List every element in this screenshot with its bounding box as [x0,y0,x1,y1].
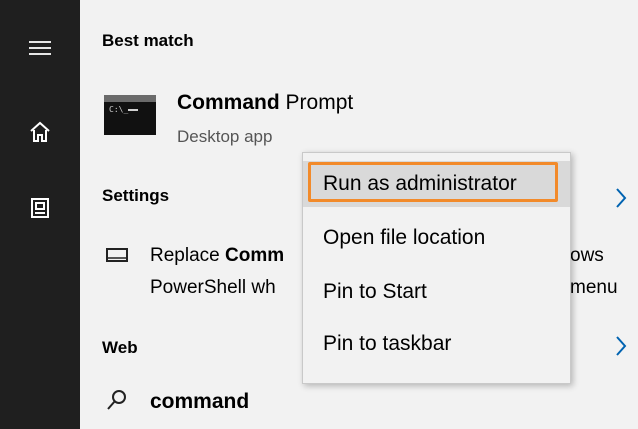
app-type: Desktop app [177,127,273,146]
left-rail [0,0,80,429]
svg-text:C:\_: C:\_ [109,105,128,114]
best-match-heading: Best match [102,31,194,50]
settings-heading: Settings [102,186,170,205]
settings-result-line2: PowerShell wh [150,277,276,298]
settings-result-line1-right: ows [570,245,604,266]
settings-result-line2-right: menu [570,277,618,298]
menu-item-open-file-location[interactable]: Open file location [303,215,570,261]
search-icon [107,390,126,410]
notebook-button[interactable] [0,184,80,232]
notebook-icon [31,198,49,218]
web-chevron-icon[interactable] [614,334,628,358]
menu-item-pin-to-taskbar[interactable]: Pin to taskbar [303,321,570,367]
hamburger-icon [29,41,51,55]
home-icon [30,121,50,142]
settings-line1-pre: Replace [150,245,225,266]
highlight-outline [308,162,558,202]
home-button[interactable] [0,108,80,156]
web-heading: Web [102,338,138,357]
app-title-rest: Prompt [279,91,354,114]
web-query-text: command [150,390,250,413]
hamburger-button[interactable] [0,24,80,72]
settings-result-line1: Replace Comm [150,245,284,267]
menu-item-pin-to-start[interactable]: Pin to Start [303,269,570,315]
settings-chevron-icon[interactable] [614,186,628,210]
app-title-bold: Command [177,91,280,114]
settings-line1-bold: Comm [225,245,285,266]
monitor-icon [106,248,128,262]
app-title: Command Prompt [177,91,353,115]
cmd-icon: C:\_ [104,95,156,135]
